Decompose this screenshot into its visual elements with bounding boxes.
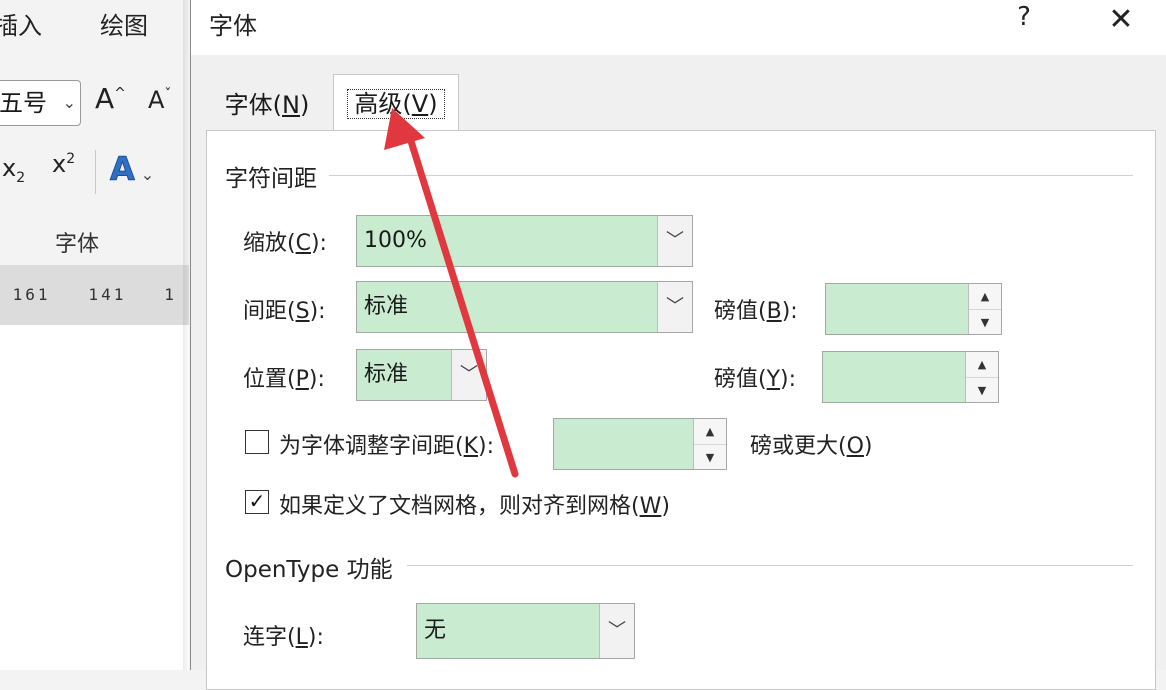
scale-value: 100% <box>364 228 427 253</box>
opentype-heading: OpenType 功能 <box>225 550 405 584</box>
advanced-panel: 字符间距 缩放(C): 100% ﹀ 间距(S): 标准 ﹀ 磅值(B): ▲ ▼… <box>206 130 1156 690</box>
kerning-suffix-label: 磅或更大(O) <box>750 434 873 459</box>
ligatures-label: 连字(L): <box>243 625 324 650</box>
tab-font[interactable]: 字体(N) <box>205 80 329 130</box>
tab-draw[interactable]: 绘图 <box>100 6 148 41</box>
spacing-by-spinner[interactable]: ▲ ▼ <box>825 283 1002 335</box>
ribbon-strip: 插入 绘图 五号 ⌄ A^ Aˇ x2 x2 A ⌄ 字体 161 141 1 <box>0 0 189 670</box>
position-combo[interactable]: 标准 ﹀ <box>356 349 487 401</box>
superscript-button[interactable]: x2 <box>52 150 75 178</box>
font-size-value: 五号 <box>0 89 47 117</box>
section-divider <box>407 565 1133 566</box>
ligatures-value: 无 <box>424 618 447 643</box>
chevron-down-icon[interactable]: ﹀ <box>657 282 692 332</box>
chevron-down-icon: ⌄ <box>62 93 76 112</box>
section-divider <box>327 175 1133 176</box>
caret-up-icon: ^ <box>114 85 126 102</box>
caret-down-icon: ˇ <box>164 87 172 103</box>
spin-up-icon[interactable]: ▲ <box>694 419 726 444</box>
scale-combo[interactable]: 100% ﹀ <box>356 215 693 267</box>
spin-down-icon[interactable]: ▼ <box>969 309 1001 335</box>
dialog-titlebar[interactable]: 字体 ? ✕ <box>191 0 1166 55</box>
shrink-font-button[interactable]: Aˇ <box>148 86 171 114</box>
position-value: 标准 <box>364 362 409 387</box>
spacing-value: 标准 <box>364 294 409 319</box>
kerning-label[interactable]: 为字体调整字间距(K): <box>279 428 494 460</box>
ribbon-divider <box>95 150 96 194</box>
tab-advanced[interactable]: 高级(V) <box>333 74 459 132</box>
chevron-down-icon[interactable]: ﹀ <box>657 216 692 266</box>
tab-insert[interactable]: 插入 <box>0 6 42 41</box>
scale-label: 缩放(C): <box>243 231 327 256</box>
text-effects-button[interactable]: A ⌄ <box>110 150 155 189</box>
kerning-spinner[interactable]: ▲ ▼ <box>553 418 727 470</box>
font-dialog: 字体 ? ✕ 字体(N) 高级(V) 字符间距 缩放(C): 100% ﹀ 间距… <box>190 0 1166 690</box>
ligatures-combo[interactable]: 无 ﹀ <box>416 603 635 659</box>
chevron-down-icon: ⌄ <box>140 165 155 184</box>
grow-font-button[interactable]: A^ <box>95 82 126 115</box>
dialog-shadow <box>183 0 189 670</box>
position-by-spinner[interactable]: ▲ ▼ <box>822 351 999 403</box>
snap-to-grid-label[interactable]: 如果定义了文档网格，则对齐到网格(W) <box>279 488 670 520</box>
spin-up-icon[interactable]: ▲ <box>966 352 998 377</box>
character-spacing-heading: 字符间距 <box>225 159 329 193</box>
kerning-checkbox[interactable] <box>245 430 269 454</box>
chevron-down-icon[interactable]: ﹀ <box>451 350 486 400</box>
spin-down-icon[interactable]: ▼ <box>694 444 726 470</box>
spacing-combo[interactable]: 标准 ﹀ <box>356 281 693 333</box>
check-icon: ✓ <box>248 489 266 513</box>
position-by-label: 磅值(Y): <box>714 367 797 392</box>
spacing-by-label: 磅值(B): <box>714 299 798 324</box>
document-area[interactable] <box>0 325 189 670</box>
close-icon[interactable]: ✕ <box>1101 2 1141 42</box>
snap-to-grid-checkbox[interactable]: ✓ <box>245 490 269 514</box>
spacing-by-value <box>826 296 833 321</box>
position-label: 位置(P): <box>243 367 325 392</box>
ruler: 161 141 1 <box>0 265 189 325</box>
spin-up-icon[interactable]: ▲ <box>969 284 1001 309</box>
chevron-down-icon[interactable]: ﹀ <box>599 604 634 658</box>
kerning-value <box>554 431 561 456</box>
dialog-title: 字体 <box>209 12 257 40</box>
spacing-label: 间距(S): <box>243 299 326 324</box>
position-by-value <box>823 364 830 389</box>
spin-down-icon[interactable]: ▼ <box>966 377 998 403</box>
font-size-select[interactable]: 五号 ⌄ <box>0 80 81 126</box>
subscript-button[interactable]: x2 <box>2 154 25 186</box>
help-button[interactable]: ? <box>1009 2 1039 42</box>
font-group-label: 字体 <box>55 232 100 257</box>
